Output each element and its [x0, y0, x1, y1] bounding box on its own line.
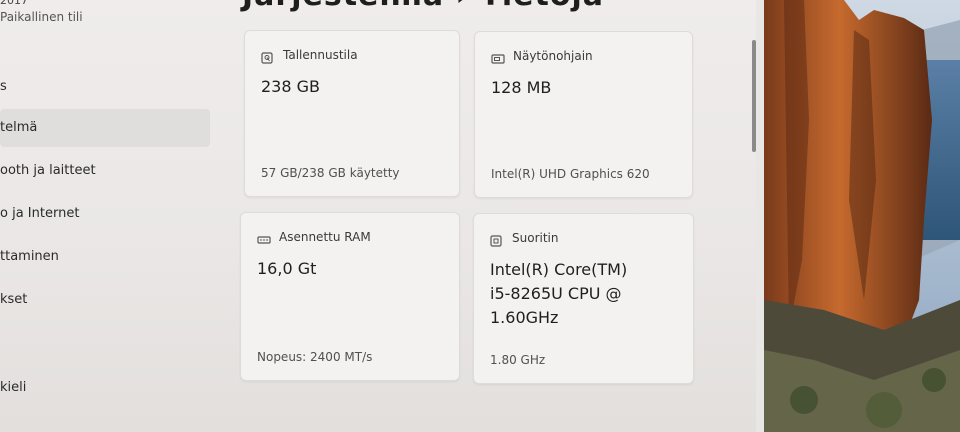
account-type: Paikallinen tili — [0, 10, 83, 24]
cpu-detail: 1.80 GHz — [490, 353, 546, 367]
ram-title: Asennettu RAM — [279, 230, 371, 244]
gpu-card[interactable]: Näytönohjain 128 MB Intel(R) UHD Graphic… — [474, 31, 693, 198]
sidebar-item-label: kieli — [0, 380, 27, 395]
page-title: Järjestelmä › Tietoja — [242, 0, 604, 13]
ram-card[interactable]: Asennettu RAM 16,0 Gt Nopeus: 2400 MT/s — [240, 212, 460, 381]
sidebar-item-label: ooth ja laitteet — [0, 163, 96, 178]
cpu-card[interactable]: Suoritin Intel(R) Core(TM) i5-8265U CPU … — [473, 213, 694, 384]
desktop-wallpaper — [764, 0, 960, 432]
storage-icon — [261, 49, 275, 64]
storage-detail: 57 GB/238 GB käytetty — [261, 166, 400, 180]
cpu-title: Suoritin — [512, 231, 559, 245]
settings-window: 2017 Paikallinen tili s telmä ooth ja la… — [0, 0, 762, 432]
sidebar-item-bluetooth[interactable]: ooth ja laitteet — [0, 152, 210, 190]
ram-value: 16,0 Gt — [257, 259, 317, 278]
wallpaper-image — [764, 0, 960, 432]
sidebar-item-label: s — [0, 79, 7, 94]
cpu-value-line: i5-8265U CPU @ — [490, 284, 622, 303]
sidebar-item-language[interactable]: kieli — [0, 369, 210, 407]
storage-title: Tallennustila — [283, 48, 358, 62]
sidebar-item-label: ttaminen — [0, 249, 59, 264]
sidebar: 2017 Paikallinen tili s telmä ooth ja la… — [0, 0, 220, 432]
sidebar-item-personalization[interactable]: ttaminen — [0, 238, 210, 276]
sidebar-item-label: telmä — [0, 120, 38, 135]
storage-card[interactable]: Tallennustila 238 GB 57 GB/238 GB käytet… — [244, 30, 460, 197]
ram-icon — [257, 231, 271, 244]
sidebar-item-0[interactable]: s — [0, 68, 210, 106]
gpu-icon — [491, 50, 505, 64]
gpu-title: Näytönohjain — [513, 49, 593, 63]
sidebar-item-system[interactable]: telmä — [0, 109, 210, 147]
sidebar-item-apps[interactable]: kset — [0, 281, 210, 319]
storage-value: 238 GB — [261, 77, 320, 96]
cpu-value: Intel(R) Core(TM) i5-8265U CPU @ 1.60GHz — [490, 258, 627, 330]
cpu-value-line: Intel(R) Core(TM) — [490, 260, 628, 279]
ram-detail: Nopeus: 2400 MT/s — [257, 350, 373, 364]
gpu-value: 128 MB — [491, 78, 552, 97]
sidebar-item-label: o ja Internet — [0, 206, 80, 221]
account-year: 2017 — [0, 0, 28, 7]
sidebar-item-network[interactable]: o ja Internet — [0, 195, 210, 233]
cpu-value-line: 1.60GHz — [490, 308, 559, 327]
cpu-icon — [490, 232, 504, 247]
gpu-detail: Intel(R) UHD Graphics 620 — [491, 167, 650, 181]
sidebar-item-label: kset — [0, 292, 28, 307]
